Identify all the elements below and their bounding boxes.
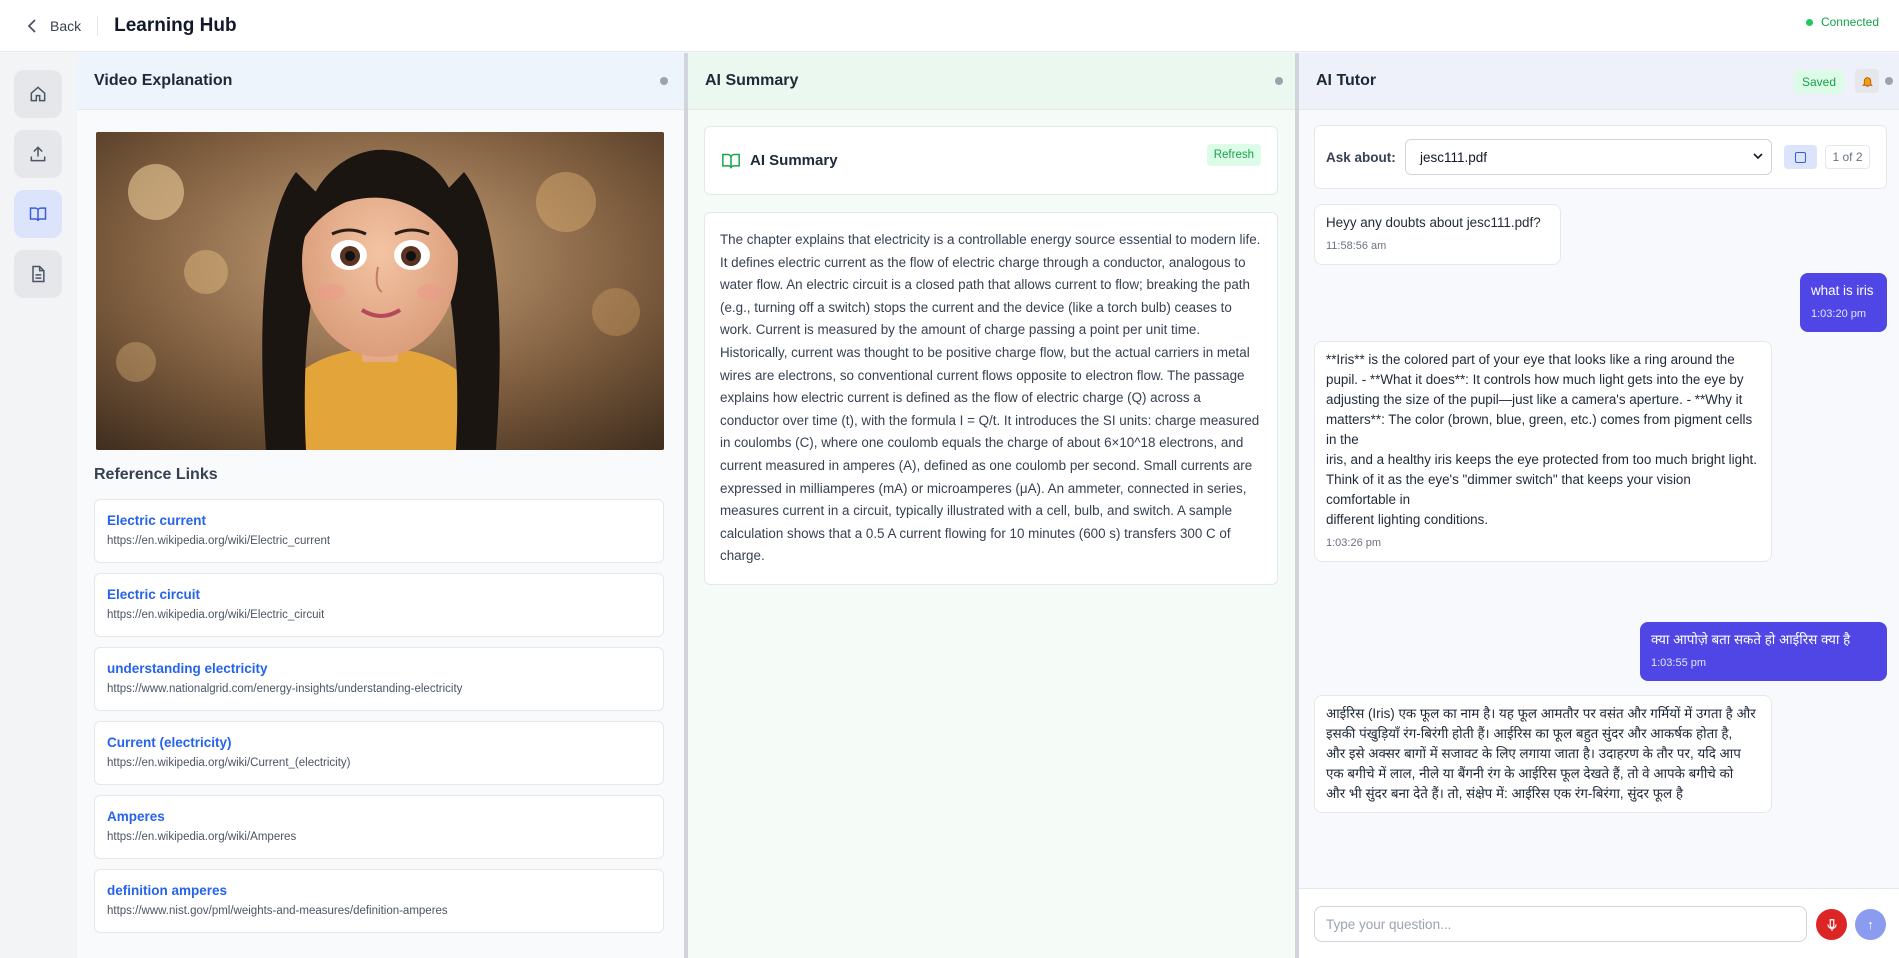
reference-links-title: Reference Links [94,466,218,483]
rail-upload-button[interactable] [14,130,62,178]
ask-about-label: Ask about: [1326,150,1396,165]
reference-link-url: https://en.wikipedia.org/wiki/Current_(e… [107,757,351,769]
send-arrow-icon: ↑ [1867,917,1874,932]
reference-link-card[interactable]: definition amperes https://www.nist.gov/… [94,869,664,933]
microphone-icon [1826,918,1837,931]
message-time: 1:03:26 pm [1326,537,1382,549]
back-label: Back [50,17,82,34]
message-text: आईरिस (Iris) एक फूल का नाम है। यह फूल आम… [1326,706,1756,801]
reference-link-title[interactable]: Electric current [107,513,651,528]
connection-status-label: Connected [1820,15,1879,29]
chevron-left-icon [27,18,36,33]
reference-link-title[interactable]: definition amperes [107,883,651,898]
left-rail [0,53,77,958]
panel-status-dot-icon [1275,77,1283,85]
reference-link-title[interactable]: Electric circuit [107,587,651,602]
send-button[interactable]: ↑ [1855,909,1886,940]
reference-link-url: https://en.wikipedia.org/wiki/Electric_c… [107,609,325,621]
reference-link-card[interactable]: Current (electricity) https://en.wikiped… [94,721,664,785]
message-text: **Iris** is the colored part of your eye… [1326,352,1757,527]
rail-book-button[interactable] [14,190,62,238]
rail-document-button[interactable] [14,250,62,298]
panel-title: Video Explanation [94,72,233,89]
reference-link-url: https://www.nationalgrid.com/energy-insi… [107,683,463,695]
panel-status-dot-icon [660,77,668,85]
video-explanation-panel: Video Explanation Reference Links Electr… [77,53,684,958]
file-select[interactable]: jesc111.pdf [1405,139,1772,175]
page-count: 1 of 2 [1825,145,1870,169]
bot-message: Heyy any doubts about jesc111.pdf? 11:58… [1314,204,1561,265]
reference-link-card[interactable]: understanding electricity https://www.na… [94,647,664,711]
file-select-value: jesc111.pdf [1420,149,1488,165]
reference-link-url: https://en.wikipedia.org/wiki/Amperes [107,831,297,843]
panel-status-dot-icon [1885,77,1893,85]
message-time: 1:03:55 pm [1651,657,1707,669]
question-input[interactable] [1314,906,1807,942]
reference-link-title[interactable]: understanding electricity [107,661,651,676]
bot-message: आईरिस (Iris) एक फूल का नाम है। यह फूल आम… [1314,695,1772,813]
message-text: what is iris [1811,283,1874,298]
chat-messages: Heyy any doubts about jesc111.pdf? 11:58… [1314,204,1887,940]
reference-link-card[interactable]: Electric circuit https://en.wikipedia.or… [94,573,664,637]
panel-title: AI Tutor [1316,72,1377,89]
summary-text: The chapter explains that electricity is… [704,212,1278,585]
status-dot-icon [1805,18,1813,26]
reference-link-url: https://www.nist.gov/pml/weights-and-mea… [107,905,448,917]
reference-link-title[interactable]: Current (electricity) [107,735,651,750]
book-icon [29,207,47,222]
ai-tutor-panel: AI Tutor Saved Ask about: jesc111.pdf 1 … [1299,53,1899,958]
video-frame-illustration [96,132,664,450]
reference-link-card[interactable]: Electric current https://en.wikipedia.or… [94,499,664,563]
home-icon [30,86,46,102]
save-icon[interactable] [1784,145,1817,169]
user-message: क्या आपोज़े बता सकते हो आईरिस क्या है 1:… [1640,622,1887,681]
bot-message: **Iris** is the colored part of your eye… [1314,341,1772,562]
document-icon [32,265,45,283]
saved-badge: Saved [1793,70,1844,94]
message-text: क्या आपोज़े बता सकते हो आईरिस क्या है [1651,632,1851,647]
bell-glyph-icon [1861,76,1873,87]
refresh-button[interactable]: Refresh [1206,144,1261,166]
book-open-icon [722,153,740,169]
message-time: 11:58:56 am [1326,240,1387,252]
ai-summary-panel: AI Summary AI Summary Refresh The chapte… [688,53,1295,958]
connection-status: Connected [1805,15,1879,29]
bell-icon[interactable] [1855,69,1879,93]
ask-about-bar: Ask about: jesc111.pdf 1 of 2 [1314,125,1887,189]
panel-header: AI Summary [688,53,1295,110]
app-title: Learning Hub [114,14,237,36]
reference-link-url: https://en.wikipedia.org/wiki/Electric_c… [107,535,331,547]
divider [97,15,99,36]
panel-header: Video Explanation [77,53,684,110]
video-player[interactable] [96,132,664,450]
top-bar: Back Learning Hub Connected [0,0,1899,52]
summary-card-label: AI Summary [750,152,838,169]
back-button[interactable]: Back [26,18,81,34]
reference-link-title[interactable]: Amperes [107,809,651,824]
panel-header: AI Tutor Saved [1299,53,1899,110]
reference-link-card[interactable]: Amperes https://en.wikipedia.org/wiki/Am… [94,795,664,859]
chat-input-bar: ↑ [1299,888,1899,958]
message-text: Heyy any doubts about jesc111.pdf? [1326,215,1541,230]
user-message: what is iris 1:03:20 pm [1800,273,1887,332]
summary-header-card: AI Summary Refresh [704,126,1278,195]
microphone-button[interactable] [1816,909,1847,940]
message-time: 1:03:20 pm [1811,308,1867,320]
rail-home-button[interactable] [14,70,62,118]
upload-icon [30,146,46,162]
chevron-down-icon [1753,153,1763,160]
panel-title: AI Summary [705,72,799,89]
